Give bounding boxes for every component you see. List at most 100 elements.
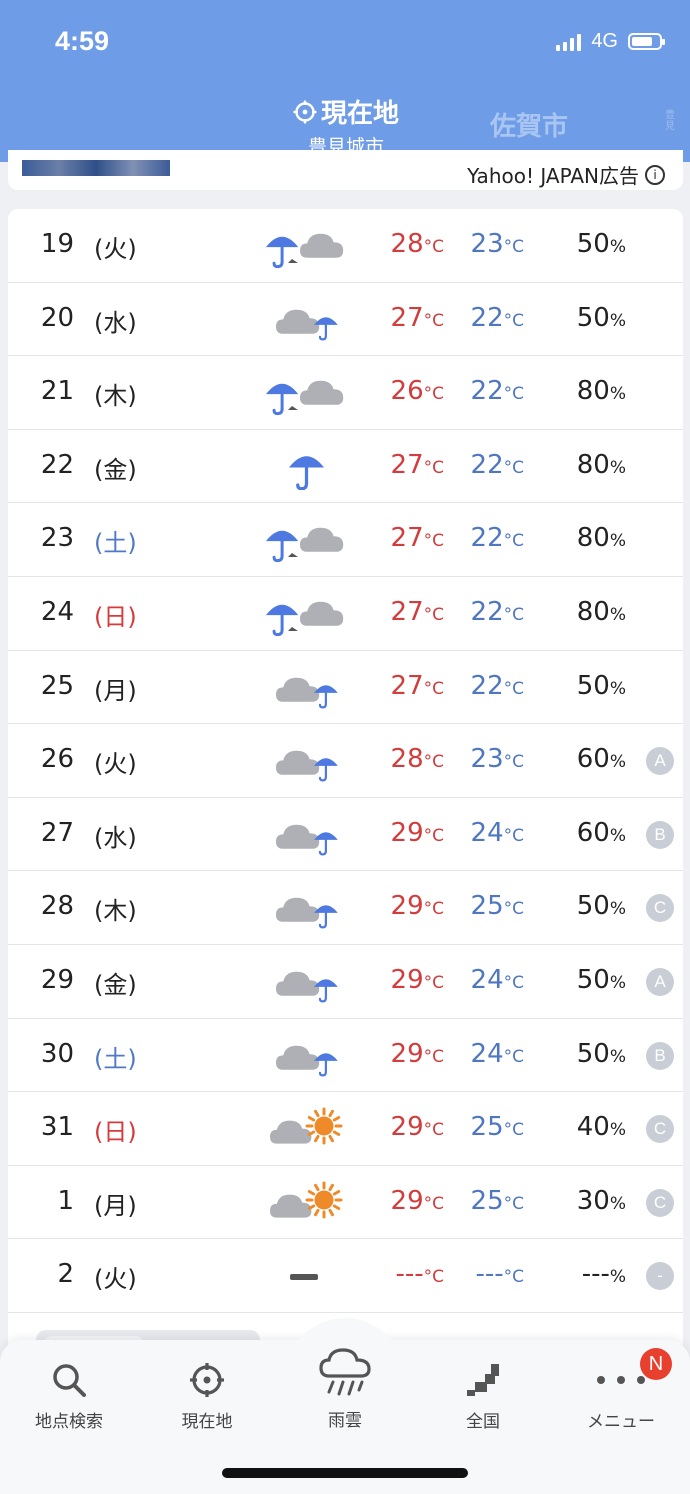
forecast-weekday: (火) — [94, 750, 137, 779]
forecast-precip-chance: 80% — [576, 449, 626, 480]
forecast-high-temp: 26°C — [390, 376, 444, 407]
forecast-weekday: (月) — [94, 1191, 137, 1220]
forecast-day: 20 — [40, 302, 74, 333]
rain-then-cloud-icon — [266, 601, 344, 637]
forecast-high-temp: 27°C — [390, 523, 444, 554]
forecast-weekday: (木) — [94, 382, 137, 411]
forecast-weekday: (木) — [94, 897, 137, 926]
forecast-day: 24 — [40, 596, 74, 627]
cloud-then-rain-icon — [276, 309, 338, 341]
forecast-weather-icon — [258, 1180, 348, 1226]
ad-image[interactable] — [22, 160, 170, 176]
more-dots-icon — [597, 1376, 645, 1384]
forecast-precip-chance: 50% — [576, 891, 626, 922]
forecast-weather-icon — [258, 517, 348, 563]
nav-national[interactable]: 全国 — [414, 1355, 552, 1432]
no-data-icon — [290, 1274, 318, 1281]
search-icon — [53, 1364, 86, 1397]
reliability-badge: A — [646, 747, 674, 776]
rain-then-cloud-icon — [266, 233, 344, 269]
forecast-row: 20 (水) 27°C 22°C 50% — [8, 283, 683, 357]
forecast-low-temp: 22°C — [470, 302, 524, 333]
forecast-weekday: (水) — [94, 823, 137, 852]
forecast-day: 29 — [40, 964, 74, 995]
forecast-low-temp: 22°C — [470, 449, 524, 480]
forecast-high-temp: 27°C — [390, 449, 444, 480]
forecast-row: 28 (木) 29°C 25°C 50% C — [8, 871, 683, 945]
tab-next-peek[interactable]: 豊見 — [665, 110, 677, 132]
forecast-row: 29 (金) 29°C 24°C 50% A — [8, 945, 683, 1019]
forecast-weekday: (火) — [94, 235, 137, 263]
reliability-badge: A — [646, 967, 674, 996]
forecast-high-temp: 29°C — [390, 1038, 444, 1069]
nav-search-label: 地点検索 — [35, 1412, 103, 1432]
forecast-high-temp: 27°C — [390, 596, 444, 627]
location-target-icon — [190, 1363, 224, 1397]
forecast-precip-chance: 50% — [576, 302, 626, 333]
forecast-weather-icon — [258, 1033, 348, 1079]
forecast-precip-chance: ---% — [581, 1259, 626, 1290]
reliability-badge: C — [646, 1188, 674, 1217]
forecast-weather-icon — [258, 444, 348, 490]
forecast-weekday: (土) — [94, 1044, 137, 1073]
forecast-high-temp: 29°C — [390, 1112, 444, 1143]
forecast-weather-icon — [258, 812, 348, 858]
cloud-then-sun-icon — [270, 1107, 343, 1145]
forecast-row: 26 (火) 28°C 23°C 60% A — [8, 724, 683, 798]
weekly-forecast-list: 19 (火) 28°C 23°C 50% 20 (水) 27°C 22°C 50… — [8, 209, 683, 1349]
forecast-low-temp: 22°C — [470, 596, 524, 627]
tab-current-title: 現在地 — [320, 99, 399, 129]
forecast-high-temp: ---°C — [395, 1259, 444, 1290]
forecast-day: 23 — [40, 523, 74, 554]
nav-search[interactable]: 地点検索 — [0, 1355, 138, 1432]
forecast-day: 1 — [57, 1185, 74, 1216]
forecast-low-temp: 24°C — [470, 817, 524, 848]
reliability-badge: - — [646, 1262, 674, 1291]
forecast-weather-icon — [258, 1253, 348, 1299]
ad-label-text: Yahoo! JAPAN広告 — [467, 164, 639, 188]
forecast-high-temp: 27°C — [390, 302, 444, 333]
rain-cloud-icon — [319, 1348, 371, 1396]
cloud-then-sun-icon — [270, 1181, 343, 1219]
forecast-weather-icon — [258, 223, 348, 269]
ad-banner[interactable]: Yahoo! JAPAN広告 i — [8, 150, 683, 190]
forecast-low-temp: 24°C — [470, 1038, 524, 1069]
forecast-high-temp: 29°C — [390, 891, 444, 922]
forecast-precip-chance: 80% — [576, 596, 626, 627]
reliability-badge: B — [646, 820, 674, 849]
forecast-high-temp: 28°C — [390, 744, 444, 775]
forecast-weekday: (日) — [94, 1118, 137, 1147]
forecast-weekday: (火) — [94, 1265, 137, 1294]
forecast-low-temp: 25°C — [470, 1112, 524, 1143]
nav-current-location[interactable]: 現在地 — [138, 1355, 276, 1432]
country-map-icon — [467, 1364, 499, 1396]
forecast-day: 25 — [40, 670, 74, 701]
forecast-high-temp: 27°C — [390, 670, 444, 701]
nav-menu-label: メニュー — [587, 1412, 655, 1432]
forecast-day: 21 — [40, 376, 74, 407]
tab-saga[interactable]: 佐賀市 — [490, 106, 568, 143]
forecast-row: 23 (土) 27°C 22°C 80% — [8, 503, 683, 577]
forecast-row: 30 (土) 29°C 24°C 50% B — [8, 1019, 683, 1093]
forecast-weekday: (日) — [94, 602, 137, 631]
forecast-weekday: (金) — [94, 455, 137, 484]
forecast-day: 19 — [40, 229, 74, 259]
nav-rain-label: 雨雲 — [328, 1411, 362, 1431]
forecast-row: 27 (水) 29°C 24°C 60% B — [8, 798, 683, 872]
nav-rain-cloud[interactable]: 雨雲 — [276, 1340, 414, 1431]
forecast-weekday: (金) — [94, 970, 137, 999]
info-icon[interactable]: i — [645, 164, 665, 185]
forecast-row: 2 (火) ---°C ---°C ---% - — [8, 1239, 683, 1313]
forecast-low-temp: 22°C — [470, 376, 524, 407]
forecast-low-temp: 23°C — [470, 744, 524, 775]
forecast-weather-icon — [258, 959, 348, 1005]
forecast-precip-chance: 50% — [576, 1038, 626, 1069]
status-time: 4:59 — [55, 26, 110, 56]
forecast-precip-chance: 60% — [576, 817, 626, 848]
cloud-then-rain-icon — [276, 1045, 338, 1076]
forecast-low-temp: 22°C — [470, 670, 524, 701]
rain-then-cloud-icon — [266, 380, 344, 416]
ad-label[interactable]: Yahoo! JAPAN広告 i — [467, 160, 665, 189]
forecast-weather-icon — [258, 1106, 348, 1152]
reliability-badge: C — [646, 894, 674, 923]
